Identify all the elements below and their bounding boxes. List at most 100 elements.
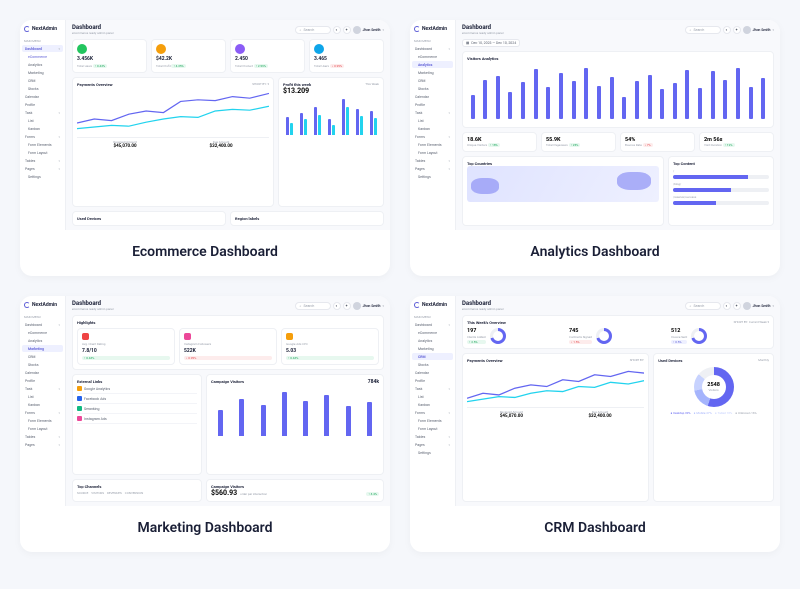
user-menu[interactable]: Jhon Smith▾ xyxy=(743,26,774,34)
notifications-icon[interactable]: ✦ xyxy=(733,302,741,310)
user-menu[interactable]: Jhon Smith▾ xyxy=(353,26,384,34)
nav-kanban[interactable]: Kanban xyxy=(22,125,63,132)
theme-toggle[interactable]: ◐ xyxy=(723,302,731,310)
sidebar: NextAdmin MAIN MENU Dashboard▾ eCommerce… xyxy=(410,296,456,506)
devices-panel: Used Devices xyxy=(72,211,226,226)
nav-calendar[interactable]: Calendar xyxy=(22,93,63,100)
campaign-visitors-2: Campaign Visitors $560.93order per inter… xyxy=(206,479,384,502)
page-title: Dashboard xyxy=(462,300,503,307)
countries-panel: Top Countries xyxy=(462,156,664,226)
page-subtitle: eCommerce ready admin panel xyxy=(72,31,113,35)
google-icon xyxy=(286,333,293,340)
instagram-icon xyxy=(184,333,191,340)
nav-ecommerce[interactable]: eCommerce xyxy=(22,53,63,60)
ring-chart xyxy=(596,328,612,344)
nav-task[interactable]: Task▾ xyxy=(22,109,63,116)
ext-fb[interactable]: Facebook Ads xyxy=(77,394,197,404)
search-input[interactable]: ⌕Search xyxy=(685,26,721,34)
ov-clients: 197Clients Added↑ 2.5% xyxy=(467,328,565,344)
theme-toggle[interactable]: ◐ xyxy=(723,26,731,34)
hl-rating: Avg. Client Rating7.8/10↑ 0.43% xyxy=(77,328,175,365)
nav-section: MAIN MENU xyxy=(22,37,63,44)
ring-chart xyxy=(490,328,506,344)
ext-ig[interactable]: Instagram Ads xyxy=(77,414,197,424)
search-input[interactable]: ⌕Search xyxy=(685,302,721,310)
logo[interactable]: NextAdmin xyxy=(412,24,453,36)
ecommerce-card[interactable]: NextAdmin MAIN MENU Dashboard▾ eCommerce… xyxy=(20,20,390,276)
theme-toggle[interactable]: ◐ xyxy=(333,302,341,310)
search-input[interactable]: ⌕Search xyxy=(295,302,331,310)
theme-toggle[interactable]: ◐ xyxy=(333,26,341,34)
logo[interactable]: NextAdmin xyxy=(22,24,63,36)
nav-dashboard[interactable]: Dashboard▾ xyxy=(412,45,453,52)
marketing-caption: Marketing Dashboard xyxy=(20,506,390,552)
ext-seranking[interactable]: Seranking xyxy=(77,404,197,414)
crm-card[interactable]: NextAdmin MAIN MENU Dashboard▾ eCommerce… xyxy=(410,296,780,552)
marketing-card[interactable]: NextAdmin MAIN MENU Dashboard▾ eCommerce… xyxy=(20,296,390,552)
nav-stocks[interactable]: Stocks xyxy=(22,85,63,92)
nav-marketing[interactable]: Marketing xyxy=(22,69,63,76)
campaign-chart xyxy=(211,388,379,436)
search-icon: ⌕ xyxy=(300,28,302,32)
analytics-thumb: NextAdmin MAIN MENU Dashboard▾ eCommerce… xyxy=(410,20,780,230)
page-title: Dashboard xyxy=(72,24,113,31)
nav-forms[interactable]: Forms▾ xyxy=(22,133,63,140)
nav-form-elements[interactable]: Form Elements xyxy=(22,141,63,148)
crm-thumb: NextAdmin MAIN MENU Dashboard▾ eCommerce… xyxy=(410,296,780,506)
notifications-icon[interactable]: ✦ xyxy=(733,26,741,34)
logo[interactable]: NextAdmin xyxy=(22,300,63,312)
nav-crm[interactable]: CRM xyxy=(412,353,453,360)
ext-ga[interactable]: Google Analytics xyxy=(77,384,197,394)
logo[interactable]: NextAdmin xyxy=(412,300,453,312)
nav-marketing[interactable]: Marketing xyxy=(22,345,63,352)
nav-crm[interactable]: CRM xyxy=(22,77,63,84)
metric-pageviews: 55.9KTotal Pageviews ↑ 25% xyxy=(541,132,616,152)
brand-name: NextAdmin xyxy=(32,26,57,32)
payments-chart xyxy=(77,87,269,135)
top-channels-panel: Top Channels SOURCEVISITORSREVENUESCONVE… xyxy=(72,479,202,502)
nav-list[interactable]: List xyxy=(22,117,63,124)
hl-cpc: Google Ads CPC5.03↑ 0.43% xyxy=(281,328,379,365)
views-icon xyxy=(77,44,87,54)
marketing-thumb: NextAdmin MAIN MENU Dashboard▾ eCommerce… xyxy=(20,296,390,506)
search-input[interactable]: ⌕Search xyxy=(295,26,331,34)
ring-chart xyxy=(691,328,707,344)
notifications-icon[interactable]: ✦ xyxy=(343,26,351,34)
ov-contracts: 745Contracts Signed↓ 1.5% xyxy=(569,328,667,344)
stat-views: 3.456KTotal views ↑ 0.43% xyxy=(72,39,147,73)
nav-form-layout[interactable]: Form Layout xyxy=(22,149,63,156)
analytics-card[interactable]: NextAdmin MAIN MENU Dashboard▾ eCommerce… xyxy=(410,20,780,276)
nav-dashboard[interactable]: Dashboard▾ xyxy=(22,45,63,52)
nav-pages[interactable]: Pages▾ xyxy=(22,165,63,172)
sidebar: NextAdmin MAIN MENU Dashboard▾ eCommerce… xyxy=(20,20,66,230)
payments-panel: Payments OverviewSHORT BY: ▾ Received Am… xyxy=(72,77,274,207)
date-range[interactable]: ▦Dec 10, 2023 — Dec 10, 2024 xyxy=(462,39,520,47)
hl-followers: Instagram Followers522K↓ 0.95% xyxy=(179,328,277,365)
profit-icon xyxy=(156,44,166,54)
ov-invoice: 512Invoice Sent↑ 0.5% xyxy=(671,328,769,344)
sidebar: NextAdmin MAIN MENU Dashboard▾ eCommerce… xyxy=(20,296,66,506)
metric-unique: 18.6KUnique Visitors ↑ 18% xyxy=(462,132,537,152)
nav-tables[interactable]: Tables▾ xyxy=(22,157,63,164)
avatar xyxy=(353,26,361,34)
sidebar: NextAdmin MAIN MENU Dashboard▾ eCommerce… xyxy=(410,20,456,230)
crm-payments-chart xyxy=(467,363,644,405)
crm-payments-panel: Payments OverviewSHORT BY: Received Amou… xyxy=(462,353,649,502)
highlights-panel: Highlights Avg. Client Rating7.8/10↑ 0.4… xyxy=(72,315,384,370)
stat-profit: $42.2KTotal Profit ↑ 4.35% xyxy=(151,39,226,73)
nav-analytics[interactable]: Analytics xyxy=(412,61,453,68)
nav-profile[interactable]: Profile xyxy=(22,101,63,108)
rating-icon xyxy=(82,333,89,340)
logo-icon xyxy=(24,26,30,32)
crm-devices-panel: Used DevicesMonthly 2548Visitors Desktop… xyxy=(653,353,774,502)
visitors-panel: Visitors Analytics xyxy=(462,51,774,128)
calendar-icon: ▦ xyxy=(466,41,469,45)
notifications-icon[interactable]: ✦ xyxy=(343,302,351,310)
visitors-chart xyxy=(467,61,769,123)
nav-settings[interactable]: Settings xyxy=(22,173,63,180)
stat-users: 3.465Total Users ↓ 0.95% xyxy=(309,39,384,73)
nav-analytics[interactable]: Analytics xyxy=(22,61,63,68)
devices-donut: 2548Visitors xyxy=(694,367,734,407)
user-menu[interactable]: Jhon Smith▾ xyxy=(353,302,384,310)
user-menu[interactable]: Jhon Smith▾ xyxy=(743,302,774,310)
